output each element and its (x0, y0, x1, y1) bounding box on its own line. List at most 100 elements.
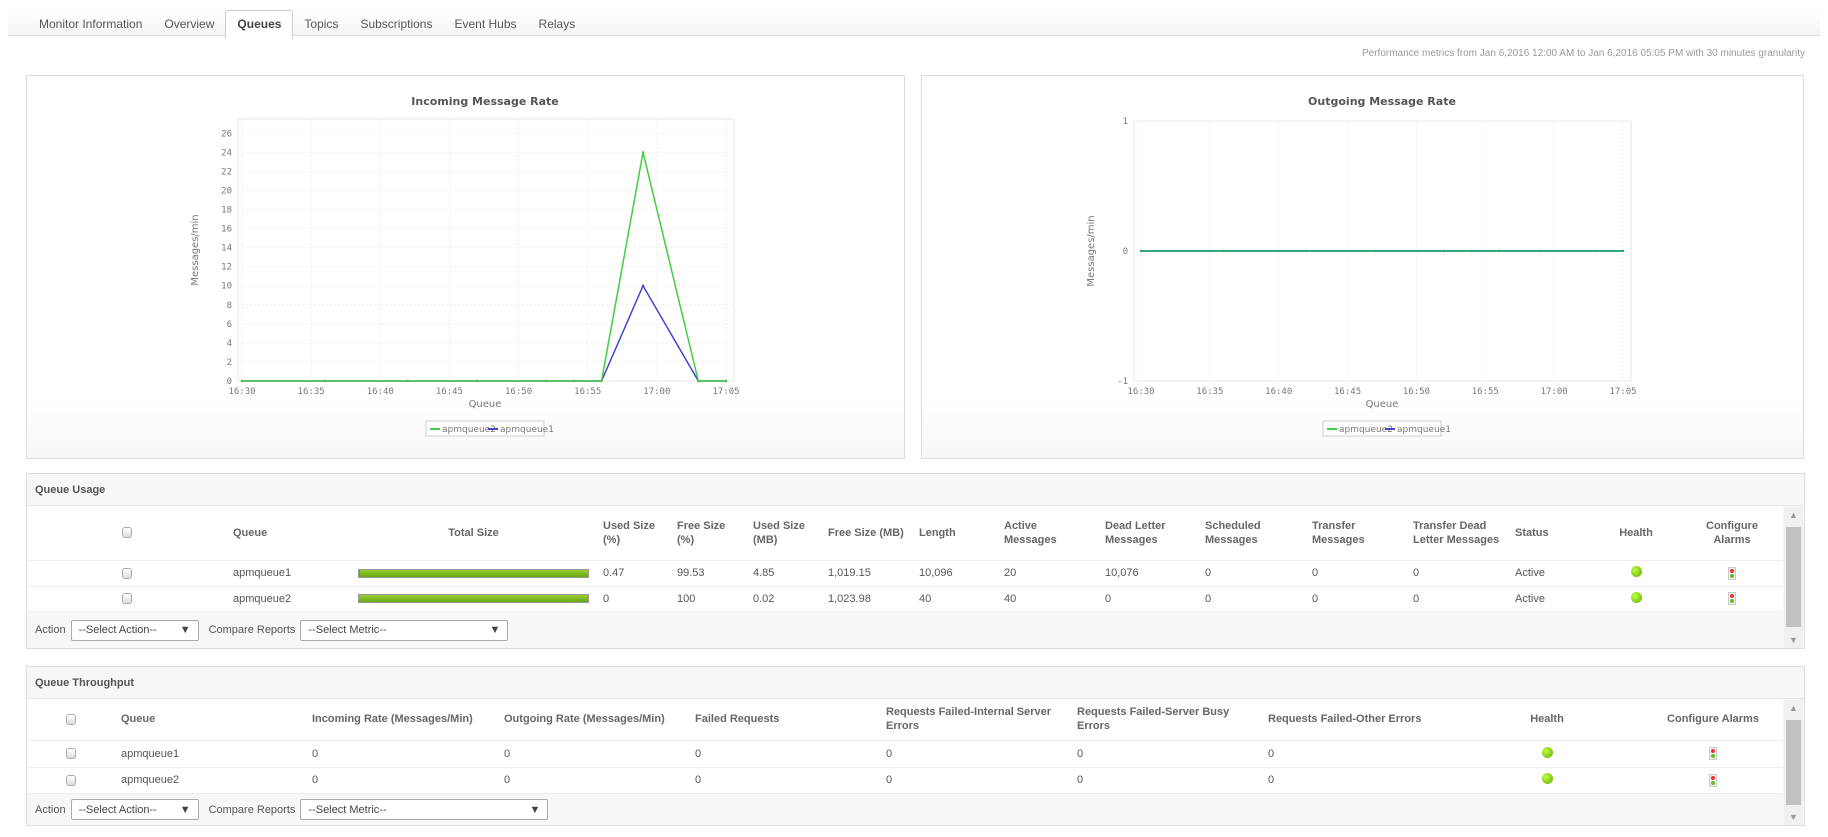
failed-requests: 0 (688, 767, 879, 794)
y-tick-label: 10 (221, 282, 232, 292)
tab-subscriptions[interactable]: Subscriptions (349, 12, 443, 35)
throughput-scrollbar[interactable]: ▲ ▼ (1784, 700, 1803, 825)
tab-relays[interactable]: Relays (528, 12, 587, 35)
row-checkbox[interactable] (121, 593, 132, 605)
data-point (1594, 249, 1597, 253)
column-header[interactable]: Incoming Rate (Messages/Min) (305, 699, 497, 741)
tab-bar: Monitor Information Overview Queues Topi… (8, 10, 1820, 39)
x-tick-label: 17:05 (1609, 387, 1636, 397)
health-ok-icon (1541, 773, 1553, 784)
compare-metric-select[interactable]: --Select Metric-- ▼ (300, 619, 509, 641)
outgoing-message-rate-chart: Outgoing Message Rate -1 0 1 16:30 16:35 16:40… (1086, 95, 1637, 437)
data-point (545, 379, 548, 383)
queue-name[interactable]: apmqueue1 (114, 740, 305, 768)
configure-alarm-icon[interactable] (1728, 592, 1736, 605)
row-checkbox[interactable] (65, 748, 76, 760)
tab-event-hubs[interactable]: Event Hubs (443, 12, 527, 35)
queue-throughput-title: Queue Throughput (27, 667, 1804, 699)
queue-name[interactable]: apmqueue2 (226, 586, 351, 612)
data-point (572, 379, 576, 383)
row-checkbox[interactable] (65, 774, 76, 786)
tab-topics[interactable]: Topics (293, 12, 349, 35)
scroll-down-icon[interactable]: ▼ (1784, 812, 1803, 822)
column-header[interactable]: Transfer Dead Letter Messages (1406, 506, 1508, 561)
column-header[interactable]: Free Size (%) (670, 506, 746, 561)
configure-alarm-icon[interactable] (1728, 566, 1736, 580)
tab-overview[interactable]: Overview (153, 12, 225, 35)
column-header[interactable]: Queue (114, 699, 305, 741)
plot-frame (237, 118, 735, 382)
x-tick-label: 16:40 (1265, 387, 1292, 397)
chart-title: Outgoing Message Rate (1308, 95, 1456, 108)
column-header[interactable]: Active Messages (997, 506, 1098, 561)
used-size-pct: 0 (596, 586, 670, 612)
column-header[interactable]: Scheduled Messages (1198, 506, 1305, 561)
dropdown-arrow-icon: ▼ (529, 803, 541, 816)
total-size-bar (358, 594, 589, 603)
y-tick-label: 26 (221, 129, 232, 139)
column-header[interactable]: Total Size (351, 506, 596, 561)
column-header[interactable]: Used Size (%) (596, 506, 670, 561)
free-size-pct: 100 (670, 586, 746, 612)
column-header[interactable]: Configure Alarms (1643, 699, 1783, 741)
data-point (1470, 249, 1473, 253)
column-header[interactable]: Configure Alarms (1681, 506, 1783, 561)
column-header[interactable]: Used Size (MB) (746, 506, 821, 561)
column-header[interactable]: Failed Requests (688, 699, 879, 741)
queue-name[interactable]: apmqueue2 (114, 767, 305, 794)
column-header[interactable]: Requests Failed-Internal Server Errors (879, 699, 1070, 741)
usage-scrollbar[interactable]: ▲ ▼ (1784, 507, 1803, 648)
configure-alarm-icon[interactable] (1709, 747, 1717, 760)
failed-server-busy: 0 (1070, 740, 1261, 768)
tab-monitor-information[interactable]: Monitor Information (28, 12, 153, 35)
active-messages: 20 (997, 560, 1098, 587)
column-header[interactable]: Dead Letter Messages (1098, 506, 1198, 561)
column-header[interactable]: Health (1451, 699, 1643, 741)
row-checkbox[interactable] (121, 567, 132, 579)
queue-usage-table: Queue Total Size Used Size (%) Free Size… (27, 506, 1783, 612)
y-tick-label: 14 (221, 244, 232, 254)
select-all-checkbox[interactable] (121, 527, 132, 539)
throughput-footer: Action --Select Action-- ▼ Compare Report… (27, 794, 1804, 826)
compare-reports-label: Compare Reports (208, 803, 296, 816)
y-axis-label: Messages/min (190, 214, 201, 285)
scroll-down-icon[interactable]: ▼ (1784, 635, 1803, 645)
status: Active (1508, 560, 1591, 587)
scroll-up-icon[interactable]: ▲ (1784, 703, 1803, 713)
action-select[interactable]: --Select Action-- ▼ (70, 619, 199, 641)
y-tick-label: 0 (227, 377, 232, 387)
column-header[interactable]: Length (912, 506, 997, 561)
column-header[interactable]: Transfer Messages (1305, 506, 1406, 561)
x-tick-label: 16:35 (298, 387, 325, 397)
column-header[interactable]: Outgoing Rate (Messages/Min) (497, 699, 688, 741)
table-header-row: Queue Total Size Used Size (%) Free Size… (27, 506, 1783, 561)
column-header[interactable]: Queue (226, 506, 351, 561)
y-tick-label: 12 (221, 263, 232, 273)
table-row: apmqueue2 0 100 0.02 1,023.98 40 40 0 0 … (27, 586, 1783, 612)
column-header[interactable]: Requests Failed-Server Busy Errors (1070, 699, 1261, 741)
tab-queues[interactable]: Queues (225, 10, 294, 39)
queue-usage-title: Queue Usage (27, 474, 1804, 506)
table-row: apmqueue2 0 0 0 0 0 0 (27, 767, 1783, 794)
x-tick-label: 17:05 (712, 387, 739, 397)
queue-name[interactable]: apmqueue1 (226, 560, 351, 587)
column-header[interactable]: Requests Failed-Other Errors (1261, 699, 1451, 741)
data-point (1497, 249, 1501, 253)
x-tick-label: 16:50 (1403, 387, 1430, 397)
configure-alarm-icon[interactable] (1709, 773, 1717, 787)
column-header[interactable]: Free Size (MB) (821, 506, 912, 561)
y-tick-label: 4 (227, 339, 232, 349)
scheduled-messages: 0 (1198, 560, 1305, 587)
compare-metric-select[interactable]: --Select Metric-- ▼ (300, 799, 549, 820)
outgoing-chart-panel: Outgoing Message Rate -1 0 1 16:30 16:35 16:40… (921, 75, 1804, 459)
length: 10,096 (912, 560, 997, 587)
column-header[interactable]: Health (1591, 506, 1681, 561)
outgoing-rate: 0 (497, 767, 688, 794)
column-header[interactable]: Status (1508, 506, 1591, 561)
scroll-up-icon[interactable]: ▲ (1784, 510, 1803, 520)
queue-throughput-panel: Queue Throughput Queue Incoming Rate (Me… (26, 666, 1805, 826)
action-select[interactable]: --Select Action-- ▼ (70, 799, 199, 820)
incoming-rate: 0 (305, 740, 497, 768)
failed-internal-errors: 0 (879, 767, 1070, 794)
select-all-checkbox[interactable] (65, 713, 76, 725)
